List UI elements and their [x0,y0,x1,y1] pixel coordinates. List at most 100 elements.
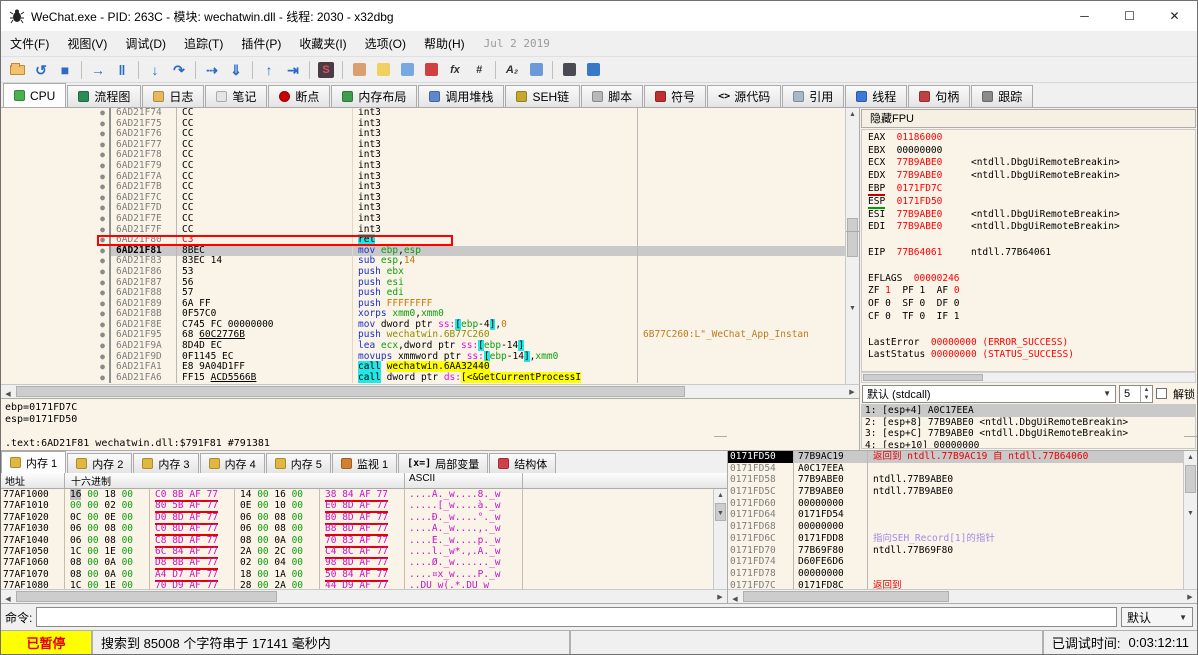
dump-vscrollbar[interactable]: ▲ ▼ [713,489,727,589]
scroll-up-icon[interactable]: ▲ [846,108,859,121]
command-input[interactable] [36,607,1117,627]
disassembly-view[interactable]: ●6AD21F74CCint3●6AD21F75CCint3●6AD21F76C… [1,108,845,384]
tab-memory-dump-内存4[interactable]: 内存 4 [200,453,265,473]
tab-script-page[interactable]: 脚本 [581,85,643,107]
scroll-left-icon[interactable]: ◀ [728,593,742,606]
stack-row[interactable]: 0171FD5077B9AC19返回到 ntdll.77B9AC19 自 ntd… [728,451,1183,463]
dump-row[interactable]: 77AF10801C 00 1E 0070 D9 AF 7728 00 2A 0… [1,580,713,589]
tab-notes-pad[interactable]: 笔记 [205,85,267,107]
function-button[interactable]: fx [444,59,466,81]
scroll-thumb[interactable] [743,591,949,602]
dump-hscrollbar[interactable]: ◀ ▶ [1,589,727,603]
menu-item-调试[interactable]: 调试(D) [116,31,175,56]
disasm-row[interactable]: ●6AD21F8653push ebx [1,267,845,278]
stack-row[interactable]: 0171FD6C0171FDD8指向SEH_Record[1]的指针 [728,533,1183,545]
stack-row[interactable]: 0171FD6000000000 [728,498,1183,510]
tab-symbols-book[interactable]: 符号 [644,85,706,107]
tab-references-search[interactable]: 引用 [782,85,844,107]
breakpoint-dot-icon[interactable]: ● [95,341,111,352]
stack-vscrollbar[interactable]: ▲ ▼ [1183,451,1197,589]
breakpoint-dot-icon[interactable]: ● [95,214,111,225]
tab-memory-dump-内存2[interactable]: 内存 2 [67,453,132,473]
breakpoint-dot-icon[interactable]: ● [95,362,111,373]
scroll-down-icon[interactable]: ▼ [1184,436,1197,589]
tab-struct-结构体[interactable]: 结构体 [489,453,556,473]
disassembly-hscrollbar[interactable]: ◀ ▶ [1,384,859,398]
dump-row[interactable]: 77AF103006 00 08 00C0 8D AF 7706 00 08 0… [1,523,713,534]
scroll-down-icon[interactable]: ▼ [846,231,859,384]
arguments-list[interactable]: 1: [esp+4] A0C17EEA2: [esp+8] 77B9ABE0 <… [861,404,1196,449]
breakpoint-dot-icon[interactable]: ● [95,161,111,172]
maximize-button[interactable]: ☐ [1107,1,1152,31]
scroll-left-icon[interactable]: ◀ [1,593,15,606]
menu-item-选项[interactable]: 选项(O) [356,31,415,56]
registers-hscrollbar[interactable] [861,372,1196,383]
disassembly-vscrollbar[interactable]: ▲ ▼ [845,108,859,384]
breakpoint-dot-icon[interactable]: ● [95,299,111,310]
scroll-right-icon[interactable]: ▶ [845,385,859,398]
stack-row[interactable]: 0171FD7C0171FD8C返回到 [728,580,1183,589]
command-scope-dropdown[interactable]: 默认 ▼ [1121,607,1193,627]
restart-button[interactable]: ↺ [30,59,52,81]
registers-list[interactable]: EAX 01186000EBX 00000000ECX 77B9ABE0 <nt… [861,129,1196,372]
spinner-down-icon[interactable]: ▼ [1141,394,1152,402]
register-line[interactable]: EDI 77B9ABE0 <ntdll.DbgUiRemoteBreakin> [868,221,1195,234]
tab-locals-局部变量[interactable]: [x=]局部变量 [398,453,488,473]
scroll-right-icon[interactable]: ▶ [713,590,727,603]
register-line[interactable]: EDX 77B9ABE0 <ntdll.DbgUiRemoteBreakin> [868,170,1195,183]
register-line[interactable]: ESI 77B9ABE0 <ntdll.DbgUiRemoteBreakin> [868,209,1195,222]
pause-button[interactable]: ‖ [111,59,133,81]
breakpoint-dot-icon[interactable]: ● [95,256,111,267]
spinner-up-icon[interactable]: ▲ [1141,386,1152,394]
hide-fpu-button[interactable]: 隐藏FPU [861,109,1196,128]
tab-handles[interactable]: 句柄 [908,85,970,107]
breakpoint-dot-icon[interactable]: ● [95,288,111,299]
breakpoint-dot-icon[interactable]: ● [95,320,111,331]
register-line[interactable] [868,324,1195,337]
strings-az-button[interactable]: A₂ [501,59,523,81]
comment-button[interactable] [372,59,394,81]
dump-row[interactable]: 77AF101000 00 02 0080 5B AF 770E 00 10 0… [1,500,713,511]
breakpoint-dot-icon[interactable]: ● [95,235,111,246]
dump-row[interactable]: 77AF104006 00 08 00C8 8D AF 7708 00 0A 0… [1,535,713,546]
stack-row[interactable]: 0171FD74D60FE6D6 [728,556,1183,568]
breakpoint-dot-icon[interactable]: ● [95,193,111,204]
breakpoint-dot-icon[interactable]: ● [95,309,111,320]
breakpoint-dot-icon[interactable]: ● [95,267,111,278]
tab-call-stack[interactable]: 调用堆栈 [418,85,504,107]
breakpoint-dot-icon[interactable]: ● [95,108,111,119]
scroll-down-icon[interactable]: ▼ [714,436,727,589]
argument-row[interactable]: 4: [esp+10] 00000000 [862,440,1195,449]
scroll-right-icon[interactable]: ▶ [1183,590,1197,603]
menu-item-帮助[interactable]: 帮助(H) [415,31,474,56]
tab-memory-chip[interactable]: 内存布局 [331,85,417,107]
tab-cpu-chip[interactable]: CPU [3,83,66,107]
tab-log-page[interactable]: 日志 [142,85,204,107]
stack-row[interactable]: 0171FD640171FD54 [728,509,1183,521]
bookmark-button[interactable] [420,59,442,81]
stack-row[interactable]: 0171FD6800000000 [728,521,1183,533]
register-line[interactable]: CF 0 TF 0 IF 1 [868,311,1195,324]
menu-item-追踪[interactable]: 追踪(T) [175,31,232,56]
scroll-left-icon[interactable]: ◀ [1,388,15,401]
step-into-button[interactable]: ↓ [144,59,166,81]
scroll-thumb[interactable] [16,386,685,397]
dump-row[interactable]: 77AF107008 00 0A 00A4 D7 AF 7718 00 1A 0… [1,569,713,580]
stack-row[interactable]: 0171FD7800000000 [728,568,1183,580]
register-line[interactable] [868,362,1195,372]
step-out-button[interactable]: ↑ [258,59,280,81]
register-line[interactable]: EBX 00000000 [868,145,1195,158]
register-line[interactable]: OF 0 SF 0 DF 0 [868,298,1195,311]
register-line[interactable]: LastError 00000000 (ERROR_SUCCESS) [868,337,1195,350]
dump-row[interactable]: 77AF10501C 00 1E 006C 84 AF 772A 00 2C 0… [1,546,713,557]
close-button[interactable]: ✕ [1152,1,1197,31]
register-line[interactable] [868,234,1195,247]
disasm-row[interactable]: ●6AD21F79CCint3 [1,161,845,172]
register-line[interactable]: LastStatus 00000000 (STATUS_SUCCESS) [868,349,1195,362]
disasm-row[interactable]: ●6AD21F74CCint3 [1,108,845,119]
unlock-checkbox[interactable] [1156,388,1167,399]
menu-item-插件[interactable]: 插件(P) [232,31,290,56]
breakpoint-dot-icon[interactable]: ● [95,119,111,130]
tab-memory-dump-内存5[interactable]: 内存 5 [266,453,331,473]
breakpoint-dot-icon[interactable]: ● [95,278,111,289]
